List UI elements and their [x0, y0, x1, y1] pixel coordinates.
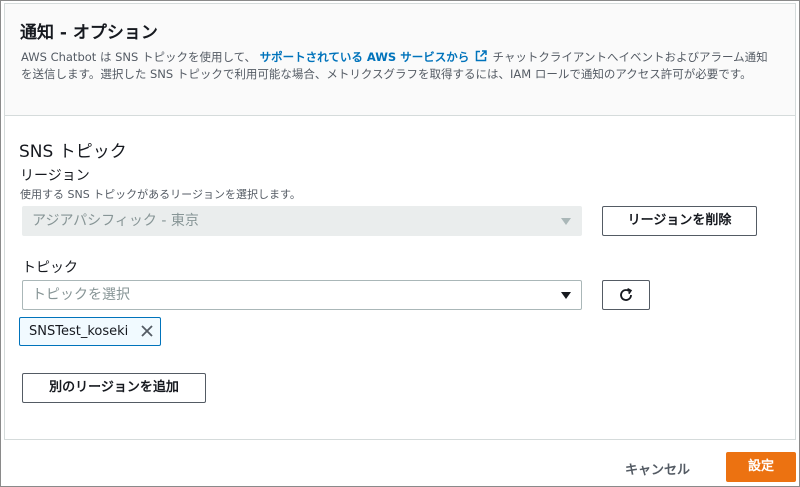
selected-topic-label: SNSTest_koseki [29, 324, 129, 339]
panel-description: AWS Chatbot は SNS トピックを使用して、 サポートされている A… [21, 49, 779, 83]
panel-header: 通知 - オプション AWS Chatbot は SNS トピックを使用して、 … [5, 4, 795, 116]
configure-button[interactable]: 設定 [726, 452, 796, 482]
caret-down-icon [561, 218, 571, 225]
region-label: リージョン [20, 168, 90, 184]
refresh-topics-button[interactable] [602, 280, 650, 310]
region-hint: 使用する SNS トピックがあるリージョンを選択します。 [20, 188, 301, 201]
supported-services-link[interactable]: サポートされている AWS サービスから [260, 50, 470, 64]
panel-title: 通知 - オプション [20, 23, 158, 43]
caret-down-icon [561, 292, 571, 299]
region-select[interactable]: アジアパシフィック - 東京 [22, 206, 582, 236]
sns-topic-section-title: SNS トピック [19, 142, 127, 162]
close-icon[interactable] [140, 324, 154, 338]
external-link-icon[interactable] [475, 50, 487, 62]
description-text-1: AWS Chatbot は SNS トピックを使用して、 [21, 50, 257, 64]
cancel-button[interactable]: キャンセル [625, 459, 690, 478]
selected-topic-token: SNSTest_koseki [19, 317, 161, 346]
region-select-value: アジアパシフィック - 東京 [32, 213, 199, 229]
refresh-icon [620, 288, 633, 301]
remove-region-button[interactable]: リージョンを削除 [602, 206, 757, 236]
topic-label: トピック [22, 260, 78, 276]
topic-select-placeholder: トピックを選択 [32, 287, 130, 303]
topic-select[interactable]: トピックを選択 [22, 280, 582, 310]
add-region-button[interactable]: 別のリージョンを追加 [22, 373, 206, 403]
